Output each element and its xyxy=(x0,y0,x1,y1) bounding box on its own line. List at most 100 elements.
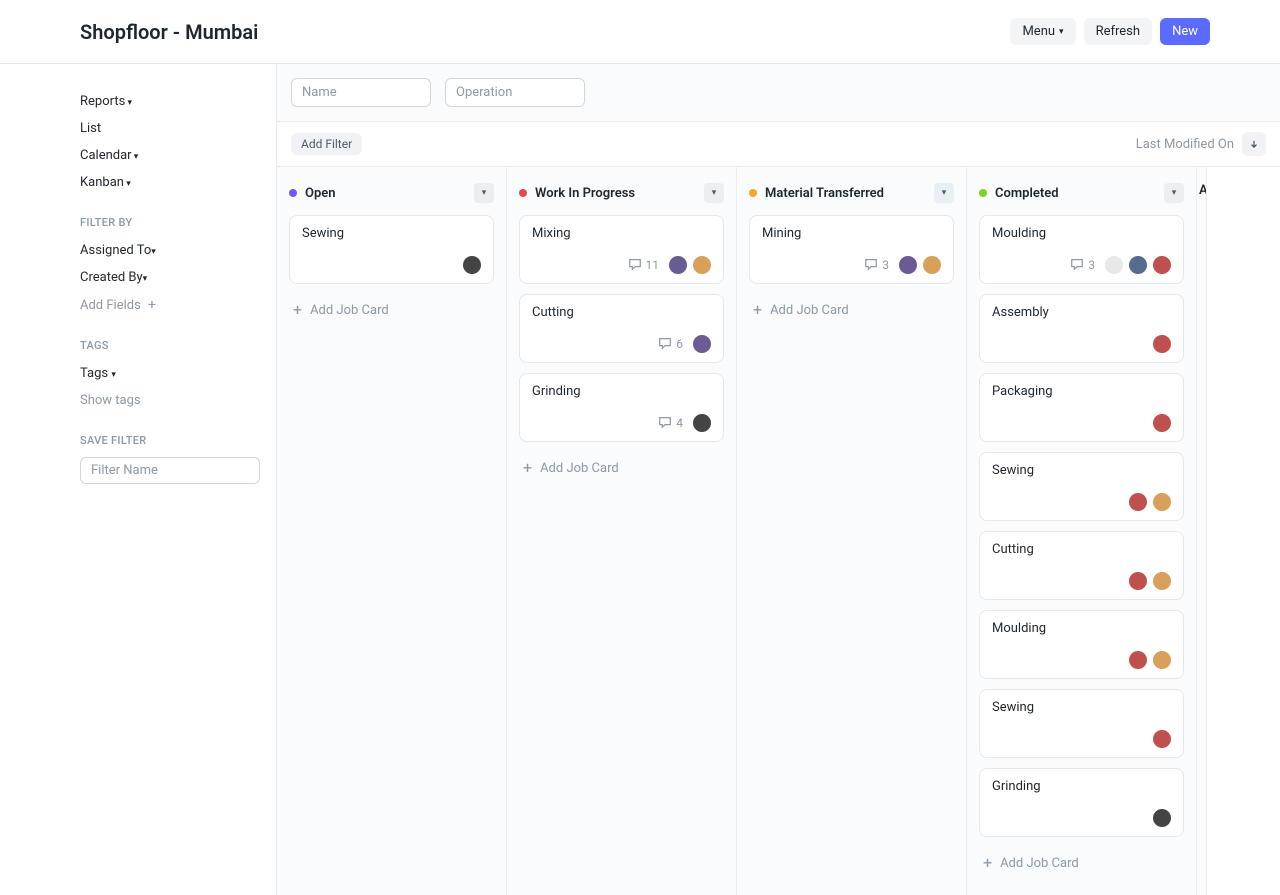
avatar xyxy=(1129,572,1147,590)
avatar xyxy=(693,414,711,432)
caret-down-icon: ▾ xyxy=(125,98,132,108)
column-title: Open xyxy=(305,186,336,201)
filter-bar xyxy=(277,64,1280,122)
job-card[interactable]: Grinding4 xyxy=(519,373,724,442)
comment-count: 3 xyxy=(864,257,889,274)
layout: Reports ▾ListCalendar ▾Kanban ▾ FILTER B… xyxy=(0,64,1280,895)
caret-down-icon: ▾ xyxy=(143,274,148,284)
add-job-card-button[interactable]: +Add Job Card xyxy=(749,294,954,326)
main: Add Filter Last Modified On Open ▾ Sewing +… xyxy=(276,64,1280,895)
job-card[interactable]: Mining 3 xyxy=(749,215,954,284)
column-menu-button[interactable]: ▾ xyxy=(474,183,494,203)
job-card[interactable]: Assembly xyxy=(979,294,1184,363)
add-job-card-button[interactable]: +Add Job Card xyxy=(289,294,494,326)
column-title: A xyxy=(1199,183,1207,198)
sidebar-view-reports[interactable]: Reports ▾ xyxy=(80,88,260,115)
card-title: Moulding xyxy=(992,226,1171,241)
column-header: Open ▾ xyxy=(289,183,494,203)
comment-count: 6 xyxy=(658,336,683,353)
status-dot xyxy=(749,189,757,197)
caret-down-icon: ▾ xyxy=(111,370,116,380)
plus-icon: + xyxy=(523,460,532,476)
card-footer xyxy=(992,650,1171,670)
job-card[interactable]: Sewing xyxy=(979,452,1184,521)
caret-down-icon: ▾ xyxy=(151,247,156,257)
tags-dropdown[interactable]: Tags ▾ xyxy=(80,360,260,387)
sort-label[interactable]: Last Modified On xyxy=(1136,137,1234,152)
job-card[interactable]: Sewing xyxy=(979,689,1184,758)
column-header: Material Transferred▾ xyxy=(749,183,954,203)
page-header: Shopfloor - Mumbai Menu ▾ Refresh New xyxy=(0,0,1280,64)
new-button[interactable]: New xyxy=(1160,18,1210,45)
kanban-column: Material Transferred▾ Mining 3 +Add Job Car… xyxy=(737,167,967,895)
avatar xyxy=(1153,335,1171,353)
job-card[interactable]: Grinding xyxy=(979,768,1184,837)
job-card[interactable]: Mixing11 xyxy=(519,215,724,284)
filter-by-heading: FILTER BY xyxy=(80,216,260,229)
sort-direction-button[interactable] xyxy=(1242,132,1266,156)
avatar xyxy=(1105,256,1123,274)
column-title: Work In Progress xyxy=(535,186,635,201)
add-fields-button[interactable]: Add Fields + xyxy=(80,291,260,319)
menu-button[interactable]: Menu ▾ xyxy=(1010,18,1075,45)
avatar xyxy=(1153,730,1171,748)
avatar xyxy=(693,335,711,353)
comment-count: 11 xyxy=(628,257,660,274)
status-dot xyxy=(289,189,297,197)
header-actions: Menu ▾ Refresh New xyxy=(1010,18,1210,45)
filter-assigned-to[interactable]: Assigned To▾ xyxy=(80,237,260,264)
column-menu-button[interactable]: ▾ xyxy=(1164,183,1184,203)
add-filter-chip[interactable]: Add Filter xyxy=(291,133,362,155)
sidebar-view-list[interactable]: List xyxy=(80,115,260,142)
status-dot xyxy=(979,189,987,197)
sidebar-view-calendar[interactable]: Calendar ▾ xyxy=(80,142,260,169)
avatar xyxy=(693,256,711,274)
tags-label: Tags xyxy=(80,366,108,381)
operation-filter-input[interactable] xyxy=(445,78,585,107)
job-card[interactable]: Sewing xyxy=(289,215,494,284)
name-filter-input[interactable] xyxy=(291,78,431,107)
avatar xyxy=(1153,493,1171,511)
kanban-column-peek: A xyxy=(1197,167,1207,895)
kanban-column: Completed ▾ Moulding3 Assembly Packaging Sewi… xyxy=(967,167,1197,895)
card-footer xyxy=(992,413,1171,433)
column-header: Work In Progress ▾ xyxy=(519,183,724,203)
avatar xyxy=(899,256,917,274)
add-job-card-button[interactable]: +Add Job Card xyxy=(519,452,724,484)
job-card[interactable]: Cutting6 xyxy=(519,294,724,363)
refresh-button[interactable]: Refresh xyxy=(1084,18,1152,45)
kanban-column: Open ▾ Sewing +Add Job Card xyxy=(277,167,507,895)
filter-created-by[interactable]: Created By▾ xyxy=(80,264,260,291)
card-footer xyxy=(992,808,1171,828)
kanban-column: Work In Progress ▾ Mixing11 Cutting6 Grindin… xyxy=(507,167,737,895)
card-footer: 3 xyxy=(762,255,941,275)
column-title-wrap: Open xyxy=(289,186,336,201)
job-card[interactable]: Moulding3 xyxy=(979,215,1184,284)
sort-area: Last Modified On xyxy=(1136,132,1266,156)
card-footer xyxy=(992,571,1171,591)
filter-name-input[interactable] xyxy=(80,457,260,484)
avatar xyxy=(1129,651,1147,669)
avatar xyxy=(1153,651,1171,669)
sidebar-view-kanban[interactable]: Kanban ▾ xyxy=(80,169,260,196)
column-title-wrap: Completed xyxy=(979,186,1059,201)
column-menu-button[interactable]: ▾ xyxy=(704,183,724,203)
kanban-board: Open▾Sewing+Add Job CardWork In Progress… xyxy=(277,167,1280,895)
card-title: Grinding xyxy=(992,779,1171,794)
show-tags-button[interactable]: Show tags xyxy=(80,387,260,414)
card-title: Assembly xyxy=(992,305,1171,320)
add-job-card-button[interactable]: +Add Job Card xyxy=(979,847,1184,879)
avatar xyxy=(923,256,941,274)
job-card[interactable]: Packaging xyxy=(979,373,1184,442)
avatar xyxy=(1153,256,1171,274)
toolbar: Add Filter Last Modified On xyxy=(277,122,1280,167)
column-menu-button[interactable]: ▾ xyxy=(934,183,954,203)
card-footer xyxy=(992,729,1171,749)
avatar xyxy=(1153,809,1171,827)
card-title: Sewing xyxy=(992,463,1171,478)
job-card[interactable]: Moulding xyxy=(979,610,1184,679)
plus-icon: + xyxy=(148,297,156,313)
card-title: Mining xyxy=(762,226,941,241)
comment-icon xyxy=(658,415,672,432)
job-card[interactable]: Cutting xyxy=(979,531,1184,600)
